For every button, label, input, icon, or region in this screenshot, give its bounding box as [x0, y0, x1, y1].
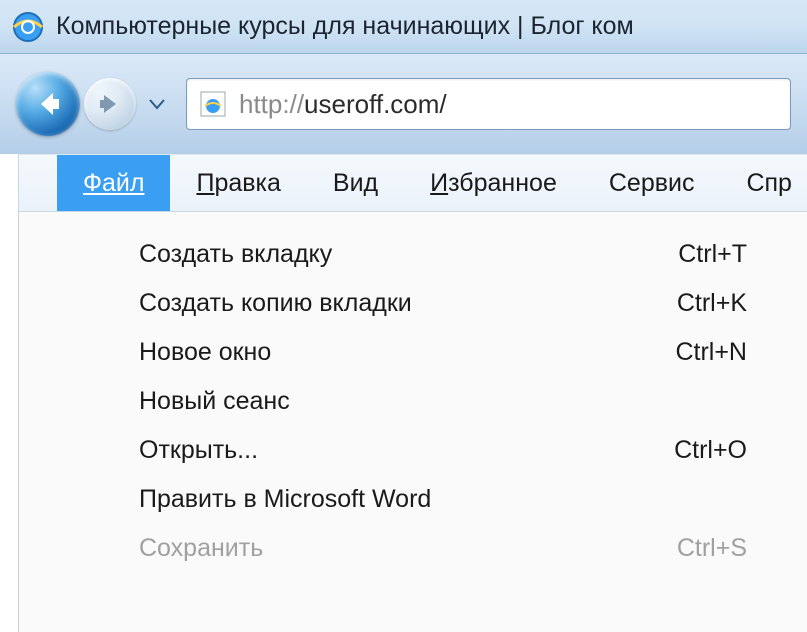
- menuitem-label: Править в Microsoft Word: [139, 485, 747, 514]
- menu-view-label: Вид: [333, 169, 378, 198]
- menubar: Файл Правка Вид Избранное Сервис Спр: [18, 154, 807, 212]
- menuitem-label: Создать вкладку: [139, 240, 678, 269]
- menuitem-shortcut: Ctrl+O: [674, 436, 767, 465]
- address-bar[interactable]: http://useroff.com/: [186, 78, 791, 130]
- menuitem-new-window[interactable]: Новое окно Ctrl+N: [19, 328, 807, 377]
- menuitem-new-tab[interactable]: Создать вкладку Ctrl+T: [19, 230, 807, 279]
- address-protocol: http://: [239, 89, 304, 119]
- menuitem-label: Открыть...: [139, 436, 674, 465]
- menu-favorites-label: Избранное: [430, 169, 557, 198]
- menuitem-shortcut: Ctrl+S: [677, 534, 767, 563]
- menuitem-duplicate-tab[interactable]: Создать копию вкладки Ctrl+K: [19, 279, 807, 328]
- menu-favorites[interactable]: Избранное: [404, 155, 583, 211]
- menuitem-shortcut: Ctrl+T: [678, 240, 767, 269]
- ie-logo-icon: [10, 9, 46, 45]
- navigation-toolbar: http://useroff.com/: [0, 54, 807, 154]
- menu-tools-label: Сервис: [609, 169, 695, 198]
- page-favicon-icon: [199, 90, 227, 118]
- forward-arrow-icon: [98, 92, 122, 116]
- menuitem-label: Создать копию вкладки: [139, 289, 677, 318]
- window-title: Компьютерные курсы для начинающих | Блог…: [56, 12, 634, 41]
- back-button[interactable]: [16, 72, 80, 136]
- menuitem-new-session[interactable]: Новый сеанс: [19, 377, 807, 426]
- recent-pages-dropdown[interactable]: [148, 98, 174, 110]
- menuitem-label: Новый сеанс: [139, 387, 747, 416]
- back-arrow-icon: [33, 89, 63, 119]
- menuitem-shortcut: Ctrl+N: [675, 338, 767, 367]
- menu-file[interactable]: Файл: [57, 155, 170, 211]
- file-menu-dropdown: Создать вкладку Ctrl+T Создать копию вкл…: [18, 212, 807, 632]
- menuitem-label: Новое окно: [139, 338, 675, 367]
- menu-help[interactable]: Спр: [720, 155, 807, 211]
- menu-file-label: Файл: [83, 169, 144, 197]
- menuitem-label: Сохранить: [139, 534, 677, 563]
- menuitem-edit-in-word[interactable]: Править в Microsoft Word: [19, 475, 807, 524]
- window-titlebar: Компьютерные курсы для начинающих | Блог…: [0, 0, 807, 54]
- address-text: http://useroff.com/: [239, 89, 447, 120]
- address-host: useroff.com/: [304, 89, 447, 119]
- forward-button[interactable]: [84, 78, 136, 130]
- menu-tools[interactable]: Сервис: [583, 155, 721, 211]
- menu-help-label: Спр: [746, 169, 792, 198]
- menu-edit-label: Правка: [196, 169, 280, 198]
- menuitem-save: Сохранить Ctrl+S: [19, 524, 807, 573]
- menuitem-open[interactable]: Открыть... Ctrl+O: [19, 426, 807, 475]
- menu-edit[interactable]: Правка: [170, 155, 306, 211]
- menu-view[interactable]: Вид: [307, 155, 404, 211]
- menuitem-shortcut: Ctrl+K: [677, 289, 767, 318]
